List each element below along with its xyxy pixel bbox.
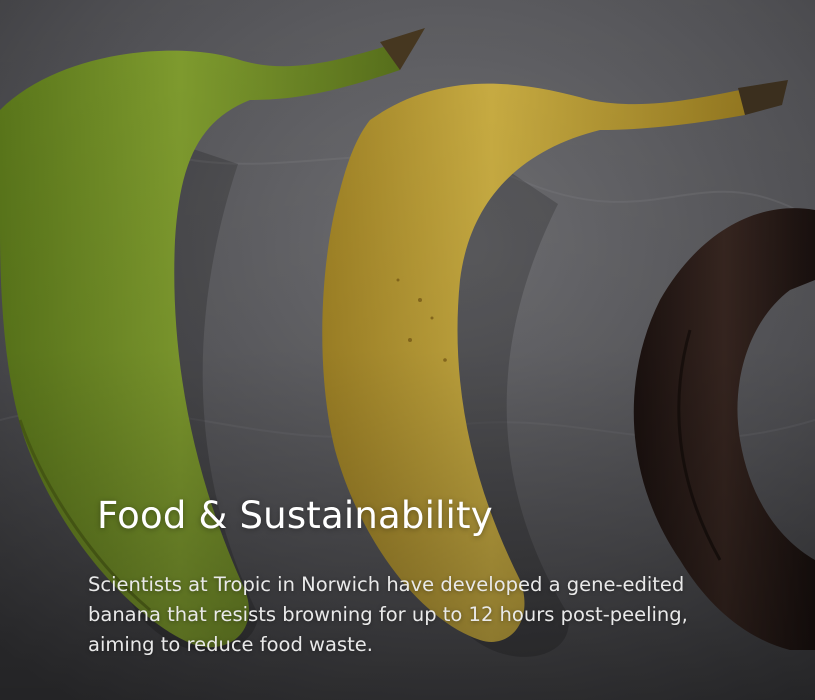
story-card[interactable]: Food & Sustainability Scientists at Trop… [0, 0, 815, 700]
article-summary: Scientists at Tropic in Norwich have dev… [88, 573, 688, 656]
section-title[interactable]: Food & Sustainability [97, 490, 493, 542]
